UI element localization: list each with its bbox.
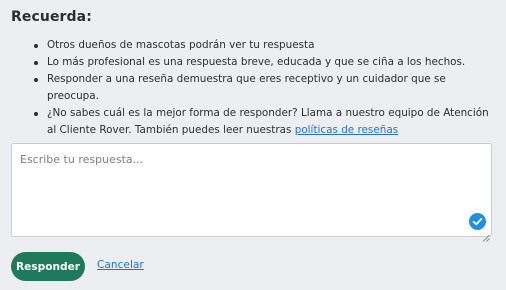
submit-reply-button[interactable]: Responder	[11, 252, 85, 281]
cancel-link[interactable]: Cancelar	[97, 259, 144, 271]
reply-field	[11, 143, 492, 242]
list-item: ¿No sabes cuál es la mejor forma de resp…	[0, 105, 506, 139]
review-policies-link[interactable]: políticas de reseñas	[295, 124, 398, 136]
tip-text: Lo más profesional es una respuesta brev…	[47, 56, 466, 68]
tip-text: Otros dueños de mascotas podrán ver tu r…	[47, 39, 315, 51]
list-item: Otros dueños de mascotas podrán ver tu r…	[0, 37, 506, 54]
tip-text: Responder a una reseña demuestra que ere…	[47, 73, 446, 102]
list-item: Responder a una reseña demuestra que ere…	[0, 71, 506, 105]
reminder-list: Otros dueños de mascotas podrán ver tu r…	[0, 37, 506, 139]
resize-handle-icon[interactable]	[482, 227, 490, 242]
review-reply-panel: Recuerda: Otros dueños de mascotas podrá…	[0, 0, 506, 290]
reply-textarea[interactable]	[12, 144, 491, 236]
list-item: Lo más profesional es una respuesta brev…	[0, 54, 506, 71]
reminder-heading: Recuerda:	[11, 9, 92, 25]
tip-text: ¿No sabes cuál es la mejor forma de resp…	[47, 107, 489, 136]
